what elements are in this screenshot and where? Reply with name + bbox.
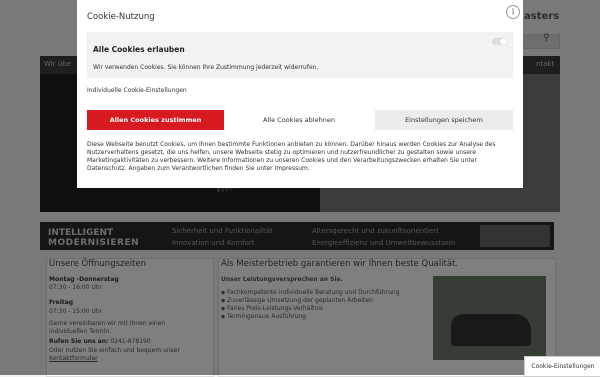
cookie-description: Diese Webseite benutzt Cookies, um Ihnen… xyxy=(87,141,496,172)
allow-all-title: Alle Cookies erlauben xyxy=(93,45,185,54)
toggle-knob xyxy=(500,38,507,45)
allow-all-toggle[interactable] xyxy=(492,38,507,45)
save-settings-button[interactable]: Einstellungen speichern xyxy=(375,110,513,130)
cookie-dialog: Cookie-Nutzung i Alle Cookies erlauben W… xyxy=(77,0,523,188)
individual-settings-link[interactable]: Individuelle Cookie-Einstellungen xyxy=(87,87,187,94)
dialog-title: Cookie-Nutzung xyxy=(87,12,155,22)
allow-all-description: Wir verwenden Cookies. Sie können Ihre Z… xyxy=(93,64,319,71)
accept-all-button[interactable]: Allen Cookies zustimmen xyxy=(87,110,224,130)
info-icon[interactable]: i xyxy=(506,5,520,19)
cookie-settings-button[interactable]: Cookie-Einstellungen xyxy=(524,356,600,377)
reject-all-button[interactable]: Alle Cookies ablehnen xyxy=(231,110,367,130)
allow-all-panel: Alle Cookies erlauben Wir verwenden Cook… xyxy=(87,32,513,78)
